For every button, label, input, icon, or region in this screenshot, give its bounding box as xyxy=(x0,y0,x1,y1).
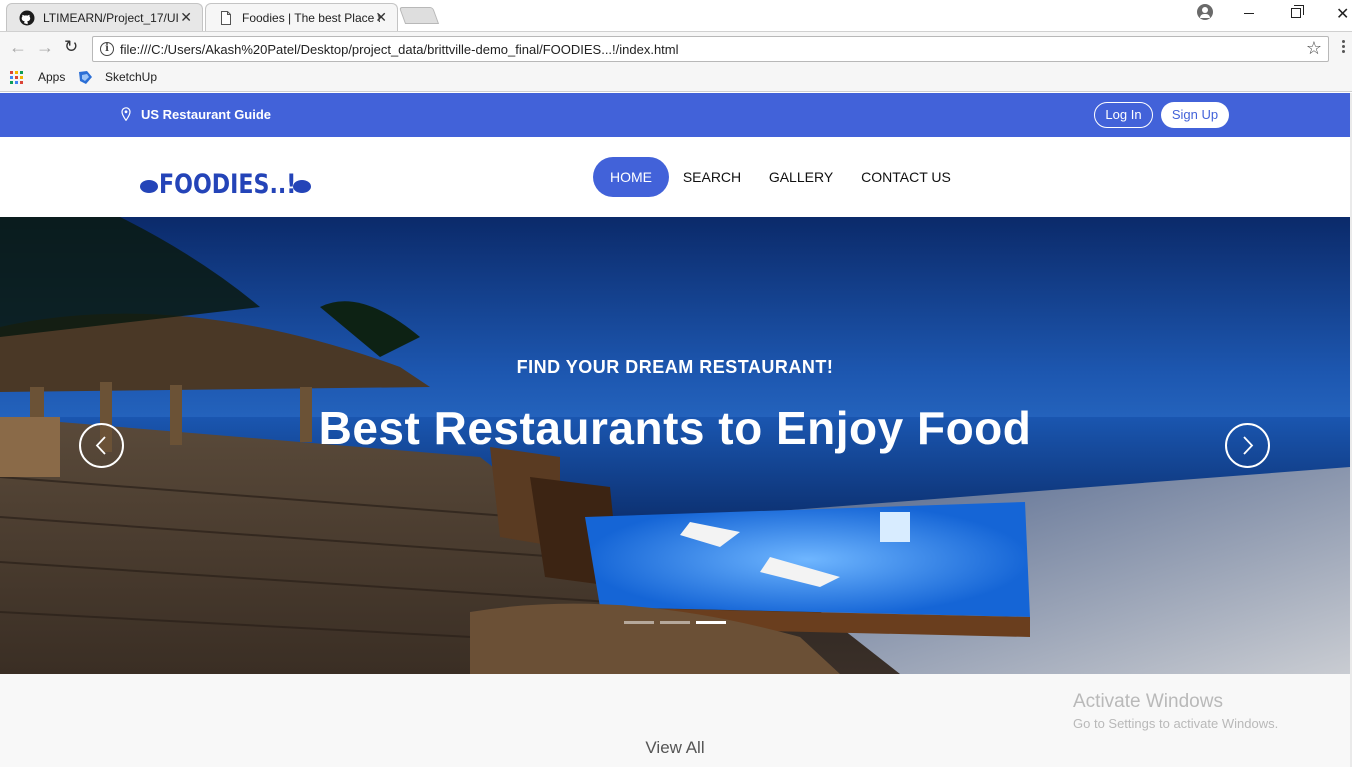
new-tab-button[interactable] xyxy=(398,7,440,24)
forward-arrow-icon[interactable]: → xyxy=(36,38,54,56)
nav-search[interactable]: SEARCH xyxy=(682,157,742,197)
tab-foodies[interactable]: Foodies | The best Place t ✕ xyxy=(205,3,398,31)
close-icon[interactable]: ✕ xyxy=(375,9,387,26)
bookmark-sketchup[interactable]: SketchUp xyxy=(105,70,157,84)
activate-windows-subtitle: Go to Settings to activate Windows. xyxy=(1073,716,1279,731)
account-icon[interactable] xyxy=(1197,4,1213,20)
login-button[interactable]: Log In xyxy=(1094,102,1153,128)
close-icon[interactable]: ✕ xyxy=(180,9,192,26)
reload-icon[interactable]: ↻ xyxy=(64,38,78,56)
info-icon[interactable]: i xyxy=(100,42,114,56)
apps-grid-icon[interactable] xyxy=(10,71,24,85)
sketchup-icon[interactable] xyxy=(77,69,94,86)
site-topbar: US Restaurant Guide Log In Sign Up xyxy=(0,93,1350,137)
carousel-prev-button[interactable] xyxy=(79,423,124,468)
back-arrow-icon[interactable]: ← xyxy=(9,38,27,56)
page-icon xyxy=(221,11,231,25)
hero-carousel: FIND YOUR DREAM RESTAURANT! Best Restaur… xyxy=(0,217,1350,674)
browser-window: LTIMEARN/Project_17/UI ✕ Foodies | The b… xyxy=(0,0,1352,767)
tab-title: LTIMEARN/Project_17/UI xyxy=(43,11,179,25)
hero-title: Best Restaurants to Enjoy Food xyxy=(318,402,1032,454)
logo-text: FOODIES..! xyxy=(159,169,297,200)
nav-contact-us[interactable]: CONTACT US xyxy=(860,157,952,197)
nav-home[interactable]: HOME xyxy=(593,157,669,197)
nav-gallery[interactable]: GALLERY xyxy=(768,157,834,197)
carousel-indicator-active[interactable] xyxy=(696,621,726,624)
view-all-link[interactable]: View All xyxy=(0,738,1350,758)
address-bar[interactable]: i file:///C:/Users/Akash%20Patel/Desktop… xyxy=(92,36,1329,62)
maximize-icon[interactable] xyxy=(1291,5,1304,18)
tab-strip: LTIMEARN/Project_17/UI ✕ Foodies | The b… xyxy=(0,0,1352,31)
location-pin-icon xyxy=(121,107,131,121)
minimize-icon[interactable] xyxy=(1244,13,1254,14)
hero-subtitle: FIND YOUR DREAM RESTAURANT! xyxy=(516,357,834,377)
activate-windows-title: Activate Windows xyxy=(1073,691,1223,712)
lower-section: Activate Windows Go to Settings to activ… xyxy=(0,674,1350,767)
bookmark-star-icon[interactable]: ☆ xyxy=(1306,38,1322,59)
chevron-left-icon xyxy=(95,436,106,455)
window-close-icon[interactable]: ✕ xyxy=(1336,4,1349,24)
github-icon xyxy=(19,10,35,26)
bookmarks-bar: Apps SketchUp xyxy=(0,64,1352,92)
carousel-indicator[interactable] xyxy=(660,621,690,624)
menu-dots-icon[interactable] xyxy=(1342,40,1346,55)
carousel-indicator[interactable] xyxy=(624,621,654,624)
browser-toolbar: ← → ↻ i file:///C:/Users/Akash%20Patel/D… xyxy=(0,31,1352,64)
logo-dot xyxy=(293,180,311,193)
signup-button[interactable]: Sign Up xyxy=(1161,102,1229,128)
tab-github[interactable]: LTIMEARN/Project_17/UI ✕ xyxy=(6,3,203,31)
logo-dot xyxy=(140,180,158,193)
address-url[interactable]: file:///C:/Users/Akash%20Patel/Desktop/p… xyxy=(120,42,679,57)
chevron-right-icon xyxy=(1243,436,1254,455)
location-label: US Restaurant Guide xyxy=(141,107,272,122)
tab-title: Foodies | The best Place t xyxy=(242,11,380,25)
carousel-next-button[interactable] xyxy=(1225,423,1270,468)
bookmark-apps[interactable]: Apps xyxy=(38,70,65,84)
site-header: FOODIES..! HOME SEARCH GALLERY CONTACT U… xyxy=(0,137,1350,217)
